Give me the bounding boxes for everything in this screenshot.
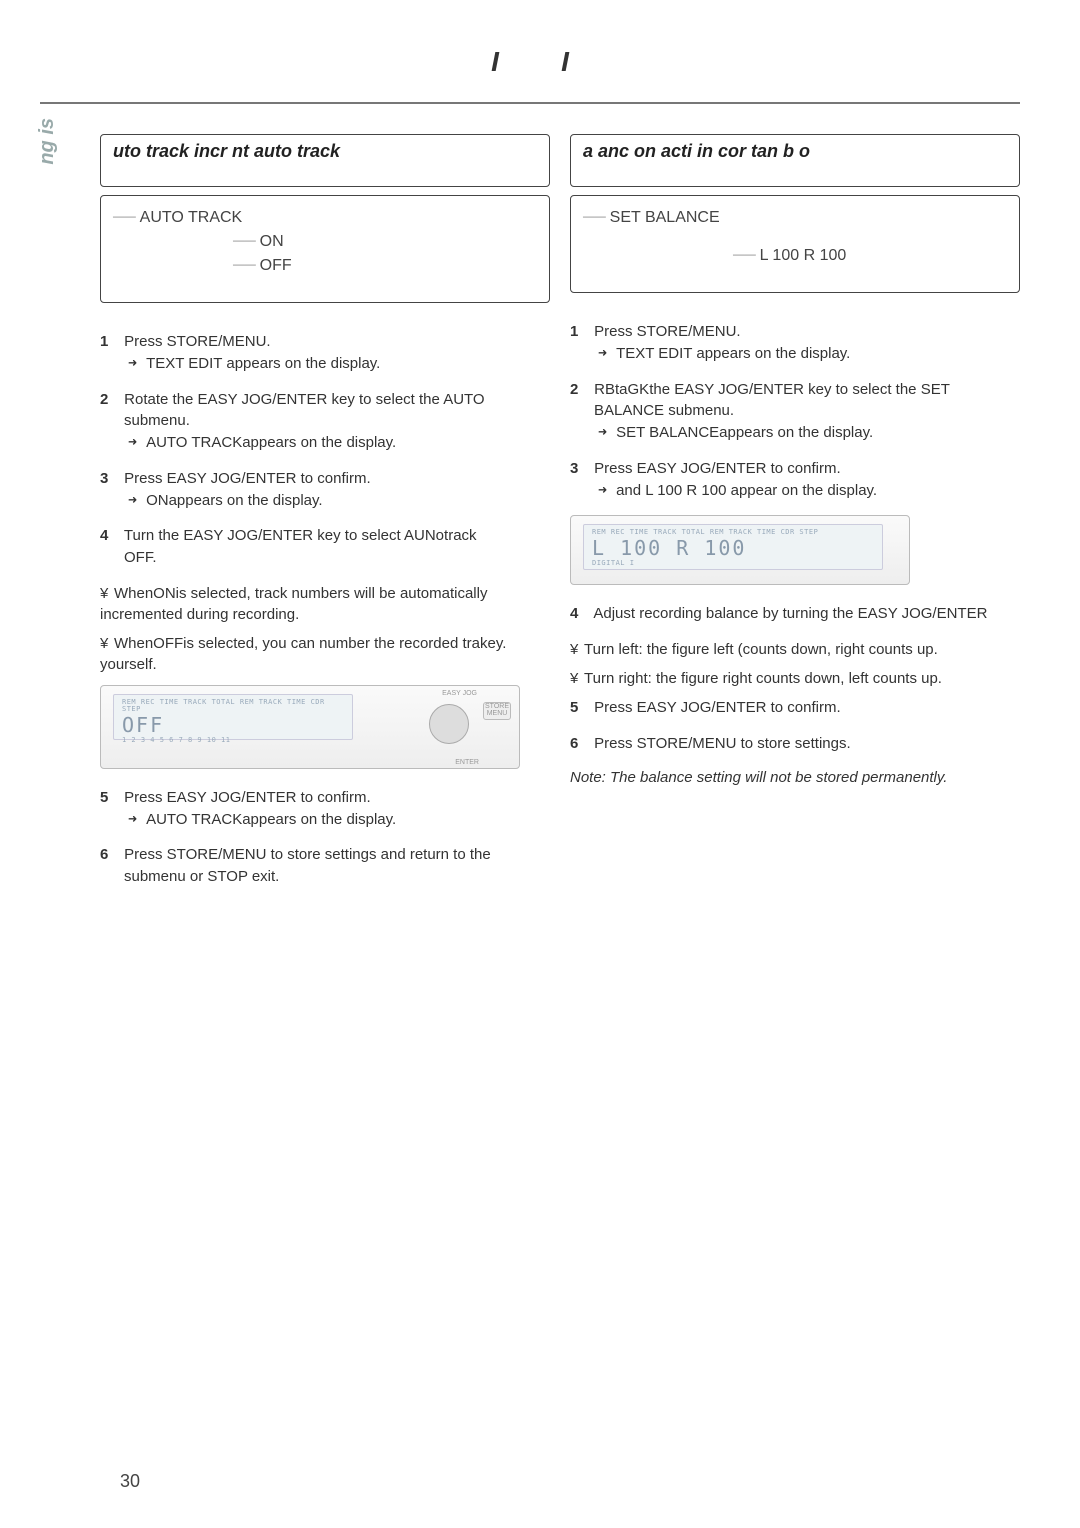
lcd-top-row: REM REC TIME TRACK TOTAL REM TRACK TIME … [122,699,344,713]
tree-root: AUTO TRACK [140,206,243,230]
step-text-b: BALANCE submenu. [594,400,1020,422]
tree-val: L 100 R 100 [760,244,847,268]
title-frag-1: I [491,46,499,77]
left-band-title: uto track incr nt auto track [113,141,537,162]
side-tab: ng is [36,118,59,165]
step-text: Adjust recording balance by turning the … [593,605,987,622]
step-text-b: OFF. [124,547,550,569]
page: ng is I I uto track incr nt auto track ─… [0,0,1080,1528]
right-header-band: a anc on acti in cor tan b o [570,134,1020,187]
step-num: 4 [570,603,590,625]
step-text: Press EASY JOG/ENTER to confirm. [594,699,840,716]
tree-root: SET BALANCE [610,206,720,230]
step-num: 1 [100,331,120,353]
right-step-1: 1 Press STORE/MENU. ➜ TEXT EDIT appears … [570,321,1020,365]
page-title: I I [40,46,1020,78]
title-frag-2: I [561,46,569,77]
step-num: 2 [570,379,590,401]
step-text: RBtaGKthe EASY JOG/ENTER key to select t… [594,381,950,398]
step-text: Press EASY JOG/ENTER to confirm. [124,470,370,487]
tree-on: ON [260,230,284,254]
step-num: 3 [570,458,590,480]
step-text: Rotate the EASY JOG/ENTER key to select … [124,391,484,408]
step-text-b: submenu or STOP exit. [124,866,550,888]
left-column: uto track incr nt auto track ──AUTO TRAC… [100,134,550,902]
lcd-main: OFF [122,713,164,737]
step-num: 5 [100,787,120,809]
right-step-2: 2 RBtaGKthe EASY JOG/ENTER key to select… [570,379,1020,444]
right-column: a anc on acti in cor tan b o ──SET BALAN… [570,134,1020,902]
right-bullet-1: ¥Turn left: the figure left (counts down… [570,639,1020,660]
bullet-text: WhenOFFis selected, you can number the r… [100,635,506,673]
left-bullet-1: ¥WhenONis selected, track numbers will b… [100,583,550,625]
step-num: 6 [570,733,590,755]
step-num: 2 [100,389,120,411]
tree-off: OFF [260,254,292,278]
page-number: 30 [120,1471,140,1492]
step-num: 5 [570,697,590,719]
device-panel-image: REM REC TIME TRACK TOTAL REM TRACK TIME … [100,685,520,769]
step-result: ONappears on the display. [146,492,323,509]
step-result: AUTO TRACKappears on the display. [146,434,396,451]
step-text: Turn the EASY JOG/ENTER key to select AU… [124,527,477,544]
step-result: TEXT EDIT appears on the display. [616,345,850,362]
step-num: 6 [100,844,120,866]
easyjog-label: EASY JOG [442,690,477,697]
step-text: Press STORE/MENU to store settings. [594,735,850,752]
step-text: Press STORE/MENU. [124,333,270,350]
right-step-5: 5 Press EASY JOG/ENTER to confirm. [570,697,1020,719]
lcd-display: REM REC TIME TRACK TOTAL REM TRACK TIME … [113,694,353,740]
left-header-band: uto track incr nt auto track [100,134,550,187]
right-step-3: 3 Press EASY JOG/ENTER to confirm. ➜ and… [570,458,1020,502]
right-step-4: 4 Adjust recording balance by turning th… [570,603,1020,625]
left-step-4: 4 Turn the EASY JOG/ENTER key to select … [100,525,550,569]
step-num: 4 [100,525,120,547]
left-bullet-2: ¥WhenOFFis selected, you can number the … [100,633,550,675]
lcd-side: DIGITAL I [592,560,874,567]
step-num: 1 [570,321,590,343]
step-result: SET BALANCEappears on the display. [616,424,873,441]
step-result: AUTO TRACKappears on the display. [146,811,396,828]
step-text: Press EASY JOG/ENTER to confirm. [594,460,840,477]
left-step-5: 5 Press EASY JOG/ENTER to confirm. ➜ AUT… [100,787,550,831]
columns: uto track incr nt auto track ──AUTO TRAC… [100,134,1020,902]
lcd-bottom-row: 1 2 3 4 5 6 7 8 9 10 11 [122,737,344,744]
left-step-3: 3 Press EASY JOG/ENTER to confirm. ➜ ONa… [100,468,550,512]
right-band-title: a anc on acti in cor tan b o [583,141,1007,162]
bullet-text: Turn right: the figure right counts down… [584,670,942,687]
lcd-top-row: REM REC TIME TRACK TOTAL REM TRACK TIME … [592,529,874,536]
left-tree-box: ──AUTO TRACK ──ON ──OFF [100,195,550,303]
jog-knob [429,704,469,744]
store-menu-button: STORE MENU [483,702,511,720]
step-text: Press STORE/MENU. [594,323,740,340]
left-step-2: 2 Rotate the EASY JOG/ENTER key to selec… [100,389,550,454]
right-tree-box: ──SET BALANCE ──L 100 R 100 [570,195,1020,293]
lcd-main: L 100 R 100 [592,536,746,560]
right-note: Note: The balance setting will not be st… [570,769,1020,786]
step-num: 3 [100,468,120,490]
left-step-1: 1 Press STORE/MENU. ➜ TEXT EDIT appears … [100,331,550,375]
divider [40,102,1020,104]
left-step-6: 6 Press STORE/MENU to store settings and… [100,844,550,888]
enter-label: ENTER [455,759,479,766]
step-result: and L 100 R 100 appear on the display. [616,482,877,499]
step-text: Press STORE/MENU to store settings and r… [124,846,491,863]
step-result: TEXT EDIT appears on the display. [146,355,380,372]
device-panel-image-small: REM REC TIME TRACK TOTAL REM TRACK TIME … [570,515,910,585]
step-text: Press EASY JOG/ENTER to confirm. [124,789,370,806]
step-text-b: submenu. [124,410,550,432]
right-bullet-2: ¥Turn right: the figure right counts dow… [570,668,1020,689]
bullet-text: Turn left: the figure left (counts down,… [584,641,938,658]
right-step-6: 6 Press STORE/MENU to store settings. [570,733,1020,755]
bullet-text: WhenONis selected, track numbers will be… [100,585,487,623]
lcd-display: REM REC TIME TRACK TOTAL REM TRACK TIME … [583,524,883,570]
